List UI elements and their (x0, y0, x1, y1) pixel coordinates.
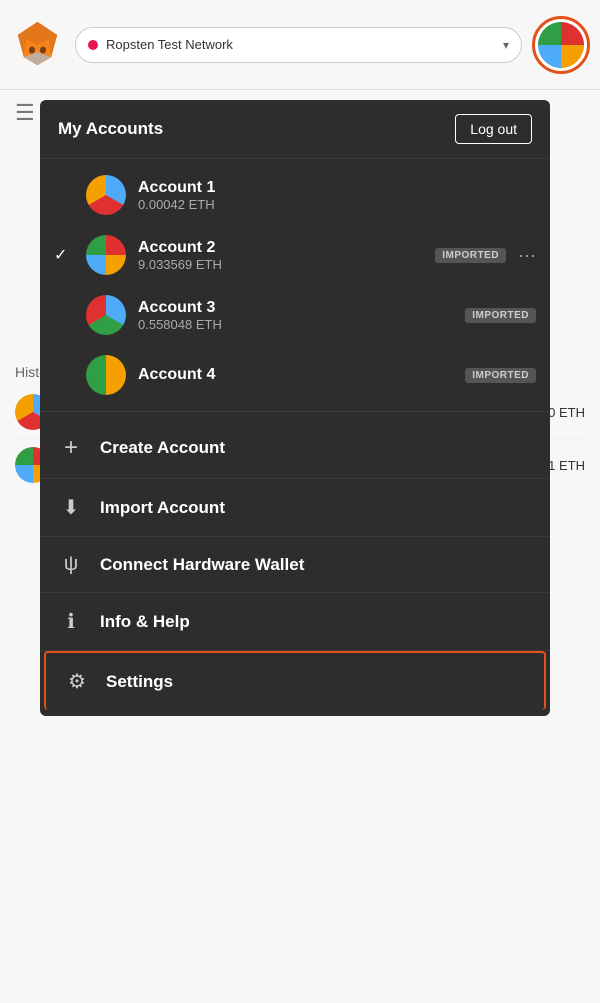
imported-badge-4: IMPORTED (465, 368, 536, 383)
chevron-down-icon: ▾ (503, 38, 509, 52)
account-name-3: Account 3 (138, 299, 453, 317)
info-help-item[interactable]: ℹ Info & Help (40, 593, 550, 651)
account-balance-1: 0.00042 ETH (138, 197, 536, 212)
create-account-icon: + (58, 434, 84, 462)
network-name: Ropsten Test Network (106, 37, 495, 52)
avatar (538, 22, 584, 68)
import-account-label: Import Account (100, 498, 225, 518)
settings-label: Settings (106, 672, 173, 692)
avatar-1 (86, 175, 126, 215)
hardware-wallet-item[interactable]: ψ Connect Hardware Wallet (40, 537, 550, 593)
hardware-wallet-icon: ψ (58, 553, 84, 576)
check-mark-2: ✓ (54, 245, 74, 265)
network-selector[interactable]: Ropsten Test Network ▾ (75, 27, 522, 63)
check-mark-1 (54, 186, 74, 204)
overlay-title: My Accounts (58, 119, 163, 139)
avatar-2 (86, 235, 126, 275)
tx1-amount: -0 ETH (544, 405, 585, 420)
hamburger-icon[interactable]: ☰ (15, 100, 35, 126)
info-help-label: Info & Help (100, 612, 190, 632)
avatar-4 (86, 355, 126, 395)
imported-badge-3: IMPORTED (465, 308, 536, 323)
create-account-item[interactable]: + Create Account (40, 418, 550, 479)
account-name-2: Account 2 (138, 239, 423, 257)
account-info-3: Account 3 0.558048 ETH (138, 299, 453, 332)
create-account-label: Create Account (100, 438, 225, 458)
avatar-3 (86, 295, 126, 335)
account-info-4: Account 4 (138, 366, 453, 384)
check-mark-4 (54, 366, 74, 384)
check-mark-3 (54, 306, 74, 324)
account-info-2: Account 2 9.033569 ETH (138, 239, 423, 272)
account-list: Account 1 0.00042 ETH ✓ Account 2 9.0335… (40, 159, 550, 412)
import-account-icon: ⬇ (58, 495, 84, 520)
settings-item[interactable]: ⚙ Settings (44, 651, 546, 710)
hardware-wallet-label: Connect Hardware Wallet (100, 555, 304, 575)
account-item-2[interactable]: ✓ Account 2 9.033569 ETH IMPORTED ··· (40, 225, 550, 285)
three-dots-2[interactable]: ··· (518, 245, 536, 266)
account-balance-3: 0.558048 ETH (138, 317, 453, 332)
action-list: + Create Account ⬇ Import Account ψ Conn… (40, 412, 550, 716)
account-name-1: Account 1 (138, 179, 536, 197)
import-account-item[interactable]: ⬇ Import Account (40, 479, 550, 537)
account-name-4: Account 4 (138, 366, 453, 384)
overlay-header: My Accounts Log out (40, 100, 550, 159)
logout-button[interactable]: Log out (455, 114, 532, 144)
account-info-1: Account 1 0.00042 ETH (138, 179, 536, 212)
settings-icon: ⚙ (64, 669, 90, 694)
account-avatar-button[interactable] (532, 16, 590, 74)
info-icon: ℹ (58, 609, 84, 634)
imported-badge-2: IMPORTED (435, 248, 506, 263)
account-item-1[interactable]: Account 1 0.00042 ETH (40, 165, 550, 225)
account-item-3[interactable]: Account 3 0.558048 ETH IMPORTED (40, 285, 550, 345)
top-bar: Ropsten Test Network ▾ (0, 0, 600, 90)
account-balance-2: 9.033569 ETH (138, 257, 423, 272)
network-status-dot (88, 40, 98, 50)
metamask-logo (10, 17, 65, 72)
accounts-overlay: My Accounts Log out Account 1 0.00042 ET… (40, 100, 550, 716)
account-item-4[interactable]: Account 4 IMPORTED (40, 345, 550, 405)
